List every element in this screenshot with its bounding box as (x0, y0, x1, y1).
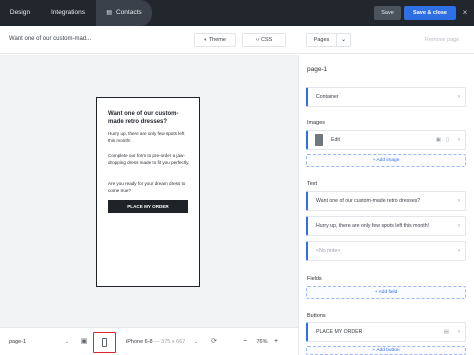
device-name: iPhone 6-8 (126, 339, 153, 345)
button-style-icon[interactable]: ▤ (444, 323, 449, 341)
theme-button[interactable]: ◐ Theme (194, 33, 236, 47)
preview-toolbar: page-1 ⌄ ▣ iPhone 6-8 — 375 x 667 ⌄ ⟳ − … (0, 327, 298, 355)
zoom-out-button[interactable]: − (243, 336, 251, 348)
text-item[interactable]: Hurry up, there are only few spots left … (306, 216, 466, 236)
mobile-visibility-icon[interactable]: ▯ (446, 131, 449, 149)
preview-text-3[interactable]: Are you ready for your dream dress to co… (108, 181, 192, 194)
properties-panel: page-1 Container › Images Edit ▣ ▯ › + A… (298, 55, 474, 355)
mobile-icon (102, 338, 107, 347)
add-field-button[interactable]: + Add field (306, 286, 466, 299)
tab-contacts-label: Contacts (116, 9, 142, 16)
chevron-right-icon: › (458, 223, 460, 229)
button-item[interactable]: PLACE MY ORDER ▤ › (306, 322, 466, 342)
zoom-in-button[interactable]: + (274, 336, 282, 348)
chevron-down-icon: ⌄ (193, 339, 198, 345)
page-select-value: page-1 (9, 339, 27, 345)
mobile-preview-frame: Want one of our custom-made retro dresse… (96, 97, 200, 287)
device-select[interactable]: iPhone 6-8 — 375 x 667 ⌄ (126, 336, 198, 348)
chevron-right-icon: › (458, 94, 460, 100)
container-label: Container (316, 94, 339, 100)
css-button[interactable]: ‹› CSS (242, 33, 286, 47)
tab-integrations[interactable]: Integrations (40, 0, 96, 26)
text-item[interactable]: Want one of our custom-made retro dresse… (306, 191, 466, 211)
text-item-label: Want one of our custom-made retro dresse… (316, 198, 421, 204)
css-label: CSS (260, 37, 273, 43)
image-item[interactable]: Edit ▣ ▯ › (306, 130, 466, 150)
pages-button[interactable]: Pages (306, 33, 337, 47)
contacts-icon: ▤ (106, 10, 112, 16)
close-icon[interactable]: × (459, 6, 471, 20)
tab-design[interactable]: Design (0, 0, 40, 26)
chevron-right-icon: › (458, 198, 460, 204)
chevron-right-icon: › (458, 248, 460, 254)
images-section-label: Images (307, 120, 326, 126)
text-item-label: <No note> (316, 248, 341, 254)
buttons-section-label: Buttons (307, 313, 326, 319)
preview-text-1[interactable]: Hurry up, there are only few spots left … (108, 131, 192, 144)
button-item-label: PLACE MY ORDER (316, 329, 363, 335)
theme-label: Theme (208, 37, 226, 43)
page-select[interactable]: page-1 ⌄ (9, 336, 69, 348)
chevron-right-icon: › (458, 329, 460, 335)
text-section-label: Text (307, 181, 318, 187)
add-image-button[interactable]: + Add image (306, 154, 466, 167)
desktop-view-icon[interactable]: ▣ (78, 336, 90, 348)
chevron-down-icon[interactable]: ⌄ (337, 33, 351, 47)
save-and-close-button[interactable]: Save & close (404, 6, 456, 20)
container-item[interactable]: Container › (306, 87, 466, 107)
preview-heading[interactable]: Want one of our custom-made retro dresse… (108, 110, 194, 126)
text-item[interactable]: <No note> › (306, 241, 466, 261)
panel-page-title: page-1 (307, 66, 328, 73)
desktop-visibility-icon[interactable]: ▣ (436, 131, 441, 149)
preview-cta-button[interactable]: PLACE MY ORDER (108, 200, 188, 213)
editor-toolbar: Want one of our custom-mad... ◐ Theme ‹›… (0, 26, 474, 54)
preview-canvas: Want one of our custom-made retro dresse… (0, 55, 298, 327)
tab-contacts[interactable]: ▤ Contacts (96, 0, 152, 26)
preview-text-2[interactable]: Complete our form to pre-order a jaw-dro… (108, 153, 192, 166)
mobile-view-button[interactable] (93, 332, 116, 353)
theme-icon: ◐ (204, 37, 208, 43)
image-thumbnail (315, 134, 323, 146)
text-item-label: Hurry up, there are only few spots left … (316, 223, 430, 229)
remove-page-button[interactable]: Remove page (425, 37, 459, 43)
zoom-level: 76% (256, 339, 268, 345)
top-bar: Design Integrations ▤ Contacts Save Save … (0, 0, 474, 26)
chevron-right-icon: › (458, 137, 460, 143)
save-button[interactable]: Save (374, 6, 401, 20)
page-title: Want one of our custom-mad... (9, 36, 92, 42)
image-edit-label: Edit (331, 137, 340, 143)
chevron-down-icon: ⌄ (64, 339, 69, 345)
code-icon: ‹› (255, 37, 260, 43)
add-button-button[interactable]: + Add button (306, 346, 466, 355)
fields-section-label: Fields (307, 276, 322, 282)
rotate-icon[interactable]: ⟳ (208, 336, 220, 348)
device-dimensions: — 375 x 667 (154, 339, 186, 345)
